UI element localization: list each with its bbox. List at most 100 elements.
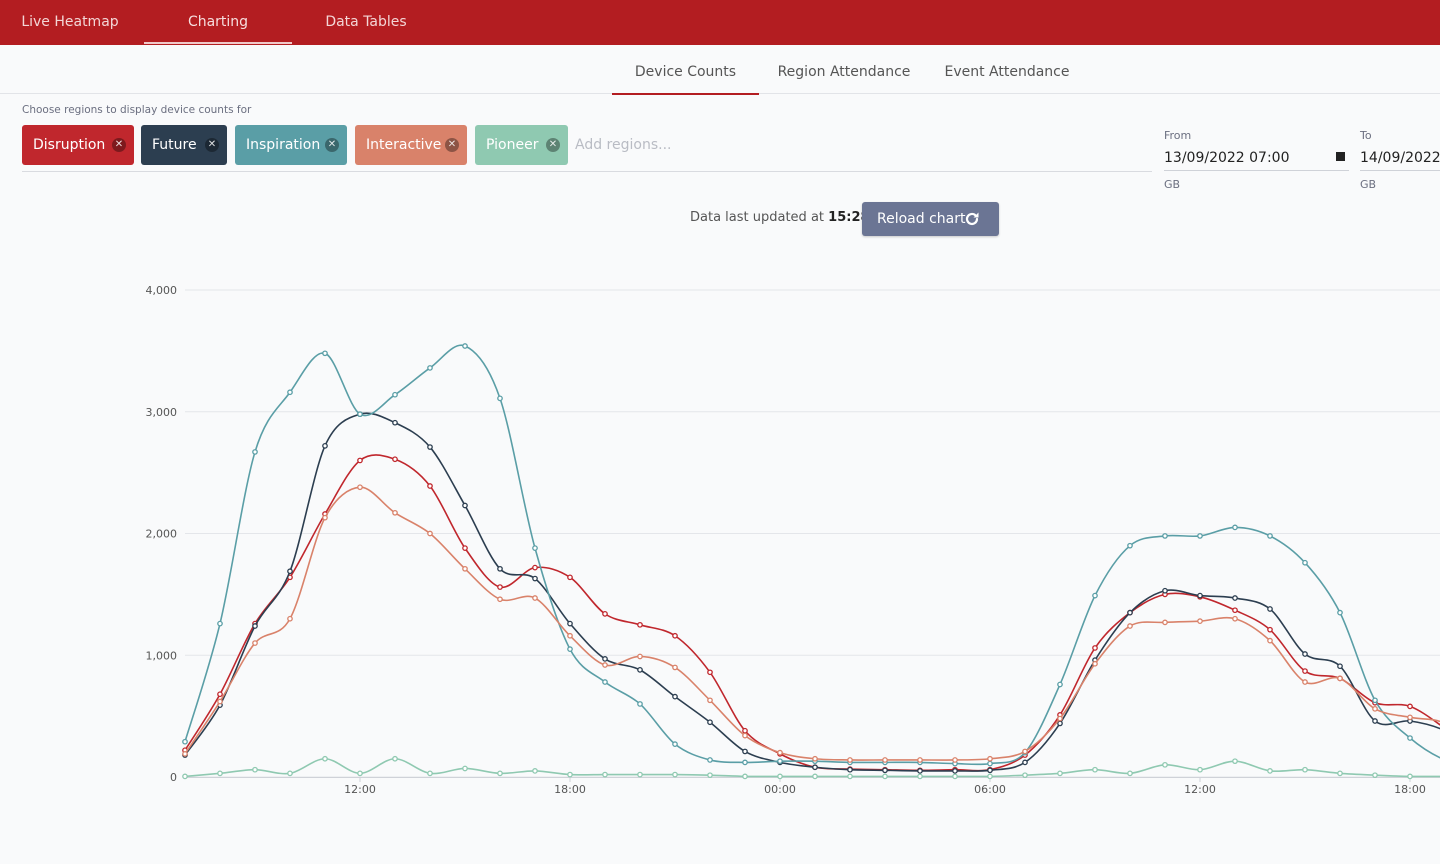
data-point-interactive bbox=[357, 484, 363, 491]
from-value: 13/09/2022 07:00 bbox=[1164, 150, 1290, 166]
data-point-disruption bbox=[1267, 626, 1273, 633]
data-point-interactive bbox=[777, 749, 783, 756]
data-point-pioneer bbox=[322, 755, 328, 762]
data-point-pioneer bbox=[1022, 772, 1028, 779]
remove-chip-icon[interactable]: ✕ bbox=[112, 138, 126, 152]
data-point-pioneer bbox=[217, 770, 223, 777]
data-point-future bbox=[1057, 720, 1063, 727]
to-locale: GB bbox=[1360, 178, 1377, 191]
data-point-pioneer bbox=[1092, 766, 1098, 773]
remove-chip-icon[interactable]: ✕ bbox=[325, 138, 339, 152]
data-point-future bbox=[637, 667, 643, 673]
reload-chart-button[interactable]: Reload chart bbox=[862, 202, 999, 236]
data-point-interactive bbox=[847, 757, 853, 763]
region-chip-interactive[interactable]: Interactive ✕ bbox=[355, 125, 467, 165]
data-point-future bbox=[567, 620, 573, 627]
data-point-pioneer bbox=[1232, 758, 1238, 765]
data-point-future bbox=[1127, 609, 1133, 616]
y-tick-label: 1,000 bbox=[146, 649, 178, 662]
data-point-pioneer bbox=[497, 770, 503, 777]
last-updated-text: Data last updated at 15:28 bbox=[690, 210, 870, 225]
data-point-pioneer bbox=[532, 768, 538, 774]
data-point-interactive bbox=[1092, 660, 1098, 667]
nav-data-tables[interactable]: Data Tables bbox=[292, 0, 440, 45]
tab-event-attendance[interactable]: Event Attendance bbox=[934, 45, 1080, 93]
data-point-inspiration bbox=[1337, 609, 1343, 616]
data-point-inspiration bbox=[182, 738, 188, 745]
remove-chip-icon[interactable]: ✕ bbox=[445, 138, 459, 152]
from-datetime-input[interactable]: 13/09/2022 07:00 bbox=[1164, 146, 1349, 171]
data-point-interactive bbox=[392, 509, 398, 516]
data-point-future bbox=[462, 502, 468, 509]
data-point-interactive bbox=[1267, 637, 1273, 644]
data-point-disruption bbox=[1407, 703, 1413, 710]
tab-region-attendance[interactable]: Region Attendance bbox=[770, 45, 918, 93]
data-point-inspiration bbox=[252, 449, 258, 455]
y-tick-label: 3,000 bbox=[146, 406, 178, 419]
data-point-pioneer bbox=[1372, 772, 1378, 779]
y-tick-label: 2,000 bbox=[146, 528, 178, 541]
data-point-pioneer bbox=[1267, 768, 1273, 774]
data-point-future bbox=[672, 693, 678, 700]
series-line-future bbox=[184, 412, 1440, 772]
data-point-future bbox=[427, 444, 433, 450]
data-point-future bbox=[812, 764, 818, 771]
data-point-interactive bbox=[252, 640, 258, 646]
data-point-pioneer bbox=[567, 771, 573, 778]
data-point-interactive bbox=[182, 751, 188, 757]
data-point-interactive bbox=[1232, 615, 1238, 622]
x-tick-label: 18:00 bbox=[554, 783, 586, 796]
data-point-pioneer bbox=[742, 773, 748, 780]
region-chip-future[interactable]: Future ✕ bbox=[141, 125, 227, 165]
from-locale: GB bbox=[1164, 178, 1181, 191]
data-point-interactive bbox=[672, 664, 678, 671]
x-tick-label: 12:00 bbox=[344, 783, 376, 796]
data-point-interactive bbox=[1022, 748, 1028, 755]
refresh-icon bbox=[965, 212, 979, 226]
remove-chip-icon[interactable]: ✕ bbox=[205, 138, 219, 152]
data-point-disruption bbox=[707, 669, 713, 676]
region-chip-pioneer[interactable]: Pioneer ✕ bbox=[475, 125, 568, 165]
data-point-disruption bbox=[567, 574, 573, 581]
remove-chip-icon[interactable]: ✕ bbox=[546, 138, 560, 152]
data-point-future bbox=[1022, 759, 1028, 766]
to-datetime-input[interactable]: 14/09/2022 bbox=[1360, 146, 1440, 171]
add-regions-input[interactable] bbox=[575, 125, 875, 165]
nav-charting[interactable]: Charting bbox=[144, 0, 292, 45]
data-point-inspiration bbox=[1057, 681, 1063, 688]
data-point-interactive bbox=[707, 697, 713, 704]
to-label: To bbox=[1360, 129, 1372, 142]
data-point-interactive bbox=[287, 615, 293, 622]
data-point-interactive bbox=[567, 632, 573, 639]
data-point-inspiration bbox=[777, 758, 783, 765]
data-point-pioneer bbox=[1127, 770, 1133, 777]
data-point-future bbox=[602, 656, 608, 662]
data-point-inspiration bbox=[987, 760, 993, 767]
region-hint: Choose regions to display device counts … bbox=[22, 104, 252, 116]
data-point-inspiration bbox=[322, 350, 328, 357]
data-point-inspiration bbox=[532, 545, 538, 551]
region-chip-disruption[interactable]: Disruption ✕ bbox=[22, 125, 134, 165]
data-point-inspiration bbox=[392, 391, 398, 398]
data-point-inspiration bbox=[637, 701, 643, 707]
data-point-disruption bbox=[427, 483, 433, 489]
data-point-interactive bbox=[952, 757, 958, 763]
data-point-inspiration bbox=[1162, 533, 1168, 539]
region-selector[interactable]: Disruption ✕ Future ✕ Inspiration ✕ Inte… bbox=[22, 125, 1152, 172]
data-point-disruption bbox=[742, 727, 748, 734]
nav-live-heatmap[interactable]: Live Heatmap bbox=[0, 0, 140, 45]
data-point-disruption bbox=[1092, 645, 1098, 651]
data-point-interactive bbox=[1302, 679, 1308, 685]
tab-device-counts[interactable]: Device Counts bbox=[612, 45, 759, 95]
data-point-pioneer bbox=[1197, 766, 1203, 773]
data-point-interactive bbox=[497, 596, 503, 603]
series-line-interactive bbox=[184, 486, 1440, 761]
data-point-pioneer bbox=[462, 765, 468, 772]
data-point-pioneer bbox=[1057, 770, 1063, 777]
calendar-icon[interactable] bbox=[1336, 152, 1345, 161]
data-point-interactive bbox=[987, 755, 993, 762]
data-point-pioneer bbox=[987, 773, 993, 780]
region-chip-inspiration[interactable]: Inspiration ✕ bbox=[235, 125, 347, 165]
data-point-interactive bbox=[1407, 714, 1413, 721]
data-point-interactive bbox=[532, 595, 538, 601]
